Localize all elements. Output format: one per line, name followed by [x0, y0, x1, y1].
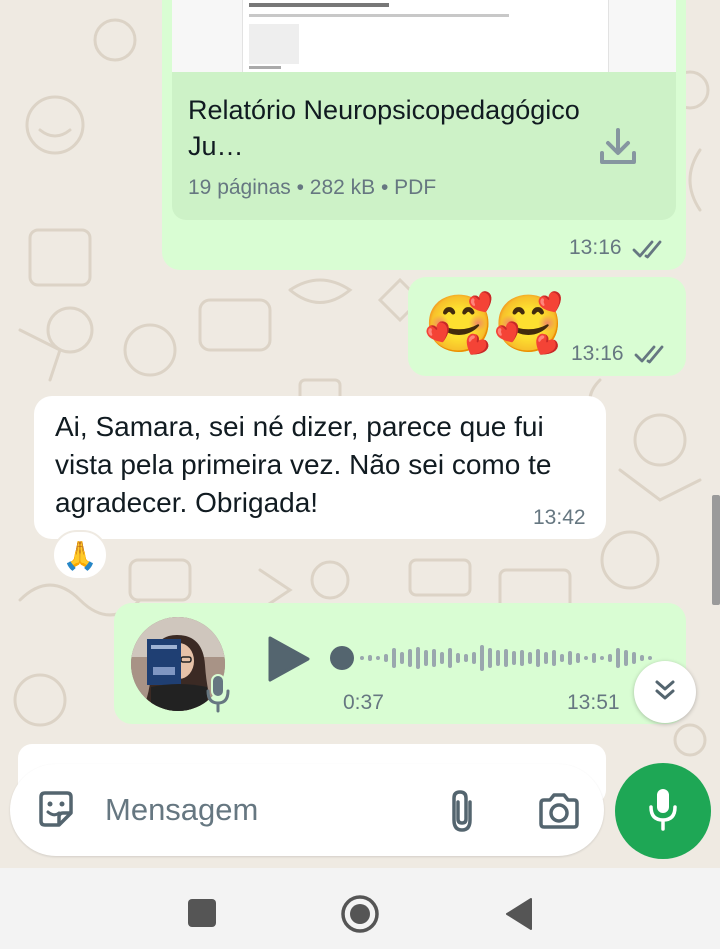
document-thumbnail[interactable] — [172, 0, 676, 72]
circle-icon[interactable] — [340, 894, 380, 939]
voice-message-time: 13:51 — [567, 691, 620, 714]
triangle-back-icon[interactable] — [503, 897, 533, 936]
voice-record-button[interactable] — [615, 763, 711, 859]
text-message-time: 13:42 — [533, 506, 586, 529]
document-message-time: 13:16 — [569, 236, 622, 259]
scroll-to-bottom-button[interactable] — [634, 661, 696, 723]
system-navigation-bar — [0, 868, 720, 949]
square-icon[interactable] — [188, 899, 216, 927]
play-icon[interactable] — [266, 636, 310, 687]
paperclip-icon[interactable] — [446, 788, 478, 839]
message-text: Ai, Samara, sei né dizer, parece que fui… — [55, 411, 552, 518]
camera-icon[interactable] — [537, 791, 581, 836]
emoji-message-time: 13:16 — [571, 342, 624, 365]
double-check-icon — [632, 238, 666, 265]
waveform[interactable] — [328, 640, 658, 676]
message-input-placeholder[interactable]: Mensagem — [105, 792, 258, 828]
message-input-bar[interactable] — [10, 764, 604, 856]
double-chevron-down-icon — [651, 676, 679, 709]
document-page-preview — [242, 0, 609, 72]
scrollbar-thumb[interactable] — [712, 495, 720, 605]
download-icon[interactable] — [597, 126, 639, 168]
sticker-icon[interactable] — [35, 789, 77, 836]
reaction-badge[interactable]: 🙏 — [52, 530, 108, 580]
document-meta: 19 páginas • 282 kB • PDF — [188, 176, 437, 199]
document-title: Relatório Neuropsicopedagógico Ju… — [188, 95, 580, 161]
mic-icon — [646, 786, 680, 837]
mic-icon — [203, 673, 233, 718]
voice-duration: 0:37 — [343, 691, 384, 714]
double-check-icon — [634, 343, 668, 370]
emoji-content: 🥰🥰 — [424, 292, 564, 355]
reaction-emoji: 🙏 — [62, 539, 98, 571]
